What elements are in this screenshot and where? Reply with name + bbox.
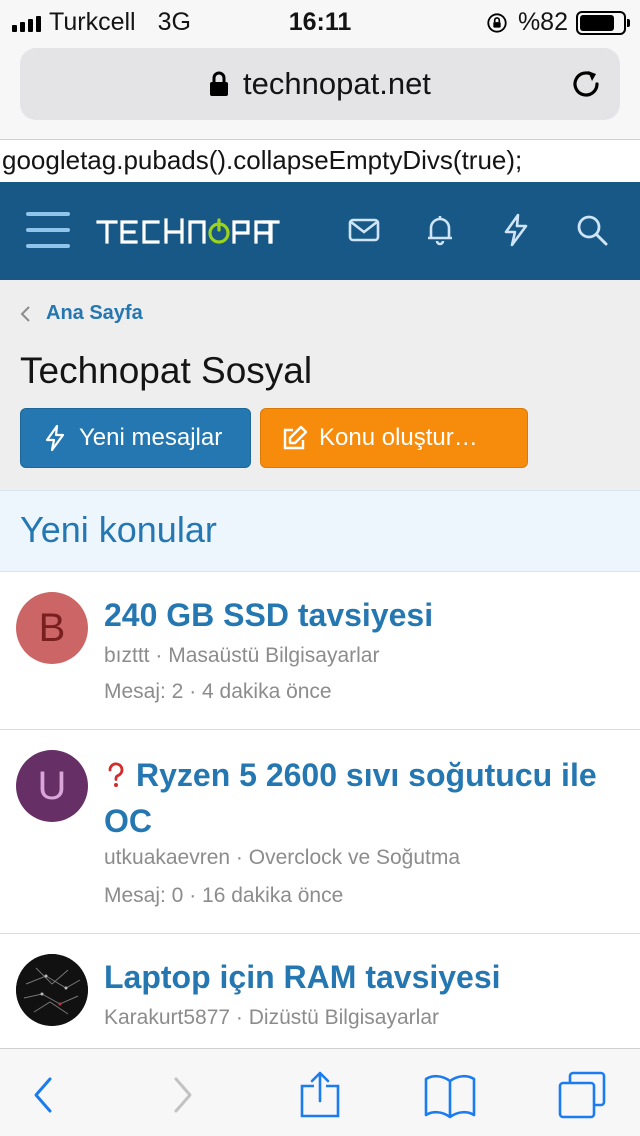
lightning-icon[interactable] <box>498 212 534 248</box>
back-icon[interactable] <box>18 1071 70 1119</box>
topic-author-forum: utkuakaevren · Overclock ve Soğutma <box>104 846 461 869</box>
avatar-letter: B <box>38 605 66 650</box>
technopat-logo[interactable] <box>96 214 280 248</box>
safari-page: Turkcell 3G 16:11 %82 technopat.net goog… <box>0 0 640 1136</box>
question-icon <box>108 762 124 787</box>
topic-forum[interactable]: Dizüstü Bilgisayarlar <box>249 1006 439 1029</box>
lock-icon <box>210 71 229 96</box>
page-title: Technopat Sosyal <box>20 350 313 391</box>
page-header: Ana Sayfa Technopat Sosyal Yeni mesajlar… <box>0 280 640 490</box>
lightning-icon <box>45 424 65 452</box>
site-navbar <box>0 182 640 280</box>
browser-toolbar <box>0 1048 640 1136</box>
topic-author-forum: bızttt · Masaüstü Bilgisayarlar <box>104 644 380 667</box>
new-messages-label: Yeni mesajlar <box>79 424 223 451</box>
avatar[interactable] <box>16 954 88 1026</box>
status-right: %82 <box>486 8 630 37</box>
address-bar[interactable]: technopat.net <box>20 48 620 120</box>
topic-stats: Mesaj: 2 · 4 dakika önce <box>104 680 332 703</box>
share-icon[interactable] <box>294 1071 346 1119</box>
breadcrumb[interactable]: Ana Sayfa <box>18 302 143 325</box>
new-messages-button[interactable]: Yeni mesajlar <box>20 408 251 468</box>
script-text: googletag.pubads().collapseEmptyDivs(tru… <box>0 140 640 182</box>
section-header: Yeni konular <box>0 490 640 572</box>
breadcrumb-home-link[interactable]: Ana Sayfa <box>46 302 143 325</box>
topic-title-text[interactable]: Ryzen 5 2600 sıvı soğutucu ile OC <box>104 757 597 839</box>
avatar[interactable]: B <box>16 592 88 664</box>
create-topic-button[interactable]: Konu oluştur… <box>260 408 528 468</box>
topic-author[interactable]: bızttt <box>104 644 150 667</box>
bookmarks-icon[interactable] <box>424 1071 476 1119</box>
section-title: Yeni konular <box>20 509 217 550</box>
status-bar: Turkcell 3G 16:11 %82 <box>0 0 640 40</box>
menu-icon[interactable] <box>26 212 70 250</box>
battery-fill <box>580 14 615 31</box>
topic-author[interactable]: Karakurt5877 <box>104 1006 230 1029</box>
edit-icon <box>283 425 308 450</box>
topic-author-forum: Karakurt5877 · Dizüstü Bilgisayarlar <box>104 1006 439 1029</box>
avatar[interactable]: U <box>16 750 88 822</box>
search-icon[interactable] <box>574 212 610 248</box>
topic-row[interactable]: U Ryzen 5 2600 sıvı soğutucu ile OC utku… <box>0 730 640 934</box>
battery-icon <box>576 10 630 35</box>
topic-title[interactable]: Laptop için RAM tavsiyesi <box>104 954 600 1000</box>
topic-row[interactable]: B 240 GB SSD tavsiyesi bızttt · Masaüstü… <box>0 572 640 730</box>
topic-author[interactable]: utkuakaevren <box>104 846 230 869</box>
topic-stats: Mesaj: 0 · 16 dakika önce <box>104 884 344 907</box>
reload-icon[interactable] <box>568 66 604 102</box>
url-text: technopat.net <box>243 66 431 101</box>
topic-forum[interactable]: Masaüstü Bilgisayarlar <box>168 644 379 667</box>
topic-title[interactable]: 240 GB SSD tavsiyesi <box>104 592 600 638</box>
rotation-lock-icon <box>487 12 507 33</box>
avatar-letter: U <box>37 763 67 808</box>
topic-forum[interactable]: Overclock ve Soğutma <box>249 846 460 869</box>
create-topic-label: Konu oluştur… <box>319 424 478 451</box>
forward-icon[interactable] <box>156 1071 208 1119</box>
tabs-icon[interactable] <box>556 1071 608 1119</box>
chevron-left-icon <box>20 305 30 322</box>
topic-title[interactable]: Ryzen 5 2600 sıvı soğutucu ile OC <box>104 752 600 844</box>
mail-icon[interactable] <box>346 212 382 248</box>
browser-chrome: technopat.net <box>0 40 640 140</box>
bell-icon[interactable] <box>422 212 458 248</box>
battery-percent: %82 <box>517 8 568 36</box>
avatar-image <box>16 954 88 1026</box>
